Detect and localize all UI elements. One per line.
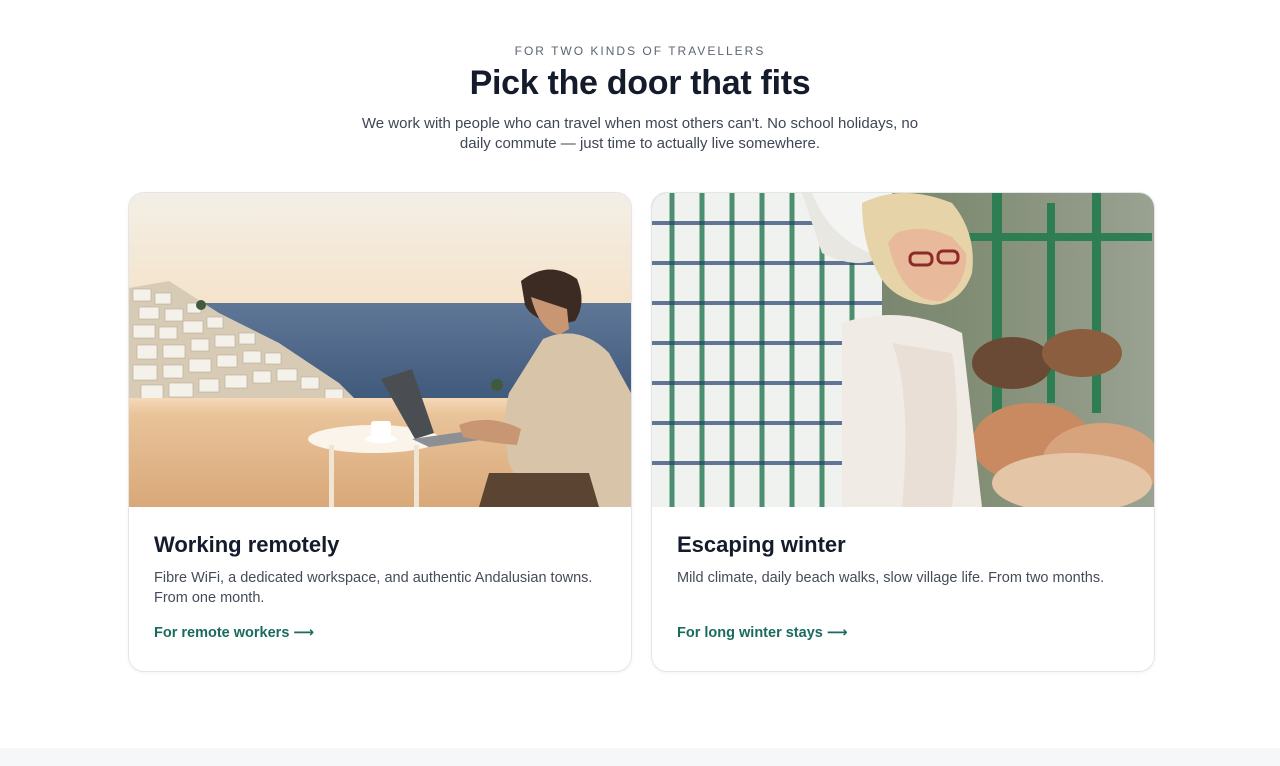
card-title: Working remotely	[154, 532, 340, 557]
card-long-winter-stays[interactable]: Escaping winter Mild climate, daily beac…	[651, 192, 1155, 672]
traveller-types-section: FOR TWO KINDS OF TRAVELLERS Pick the doo…	[0, 0, 1280, 748]
next-section-band	[0, 748, 1280, 766]
card-remote-workers[interactable]: Working remotely Fibre WiFi, a dedicated…	[128, 192, 632, 672]
link-label: For remote workers	[154, 625, 290, 641]
link-label: For long winter stays	[677, 625, 823, 641]
arrow-right-icon: ⟶	[826, 625, 848, 641]
section-title: Pick the door that fits	[469, 64, 811, 102]
remote-workers-link[interactable]: For remote workers ⟶	[154, 625, 314, 641]
card-image-couple-market	[652, 193, 1154, 507]
long-winter-stays-link[interactable]: For long winter stays ⟶	[677, 625, 848, 641]
card-image-remote-worker	[129, 193, 631, 507]
section-eyebrow: FOR TWO KINDS OF TRAVELLERS	[514, 44, 766, 58]
section-intro: We work with people who can travel when …	[361, 115, 919, 152]
card-description: Fibre WiFi, a dedicated workspace, and a…	[154, 570, 593, 606]
arrow-right-icon: ⟶	[293, 625, 315, 641]
card-title: Escaping winter	[677, 532, 846, 557]
card-description: Mild climate, daily beach walks, slow vi…	[677, 570, 1105, 586]
